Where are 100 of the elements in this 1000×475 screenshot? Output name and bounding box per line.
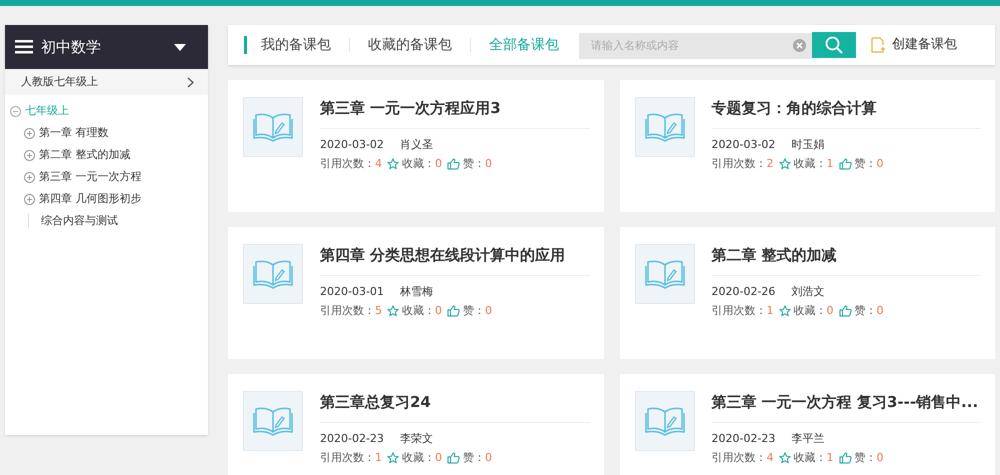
card-date: 2020-03-01 (320, 284, 384, 300)
stat-value: 0 (485, 450, 492, 466)
stat-label: 收藏： (402, 450, 435, 466)
card-author: 李荣文 (400, 430, 433, 446)
book-icon (634, 391, 694, 451)
book-icon (634, 97, 694, 157)
clear-icon[interactable] (793, 38, 806, 52)
stat-value: 0 (435, 450, 442, 466)
lesson-card[interactable]: 第二章 整式的加减 2020-02-26 刘浩文 引用次数：1 收藏：0 赞：0 (620, 227, 995, 359)
search-button[interactable] (812, 32, 856, 58)
card-author: 肖义圣 (400, 136, 433, 152)
lesson-card[interactable]: 第四章 分类思想在线段计算中的应用 2020-03-01 林雪梅 引用次数：5 收藏：0 赞：0 (228, 227, 604, 359)
stat-value: 2 (766, 156, 774, 172)
expand-icon[interactable] (24, 150, 35, 160)
collapse-icon[interactable] (10, 106, 21, 116)
thumbs-up-icon (838, 158, 852, 170)
document-add-icon (870, 37, 886, 53)
stat-value: 0 (876, 303, 884, 319)
stat-label: 收藏： (794, 156, 826, 172)
card-date: 2020-02-26 (712, 284, 776, 300)
tree-item[interactable]: 第四章 几何图形初步 (39, 190, 142, 208)
star-icon (387, 158, 399, 170)
card-title[interactable]: 第二章 整式的加减 (712, 244, 981, 276)
stat-label: 收藏： (402, 156, 435, 172)
card-title[interactable]: 第三章总复习24 (320, 391, 590, 422)
tab[interactable]: 收藏的备课包 (368, 34, 452, 56)
lesson-card[interactable]: 第三章总复习24 2020-02-23 李荣文 引用次数：1 收藏：0 赞：0 (228, 374, 604, 475)
stat-value: 1 (826, 156, 834, 172)
book-icon (634, 244, 694, 304)
chevron-right-icon (187, 76, 194, 88)
subject-title: 初中数学 (41, 36, 102, 58)
tree-item[interactable]: 第二章 整式的加减 (39, 146, 130, 164)
stat-value: 0 (435, 303, 442, 319)
stat-label: 赞： (854, 156, 876, 172)
card-title[interactable]: 第四章 分类思想在线段计算中的应用 (320, 244, 590, 276)
stat-label: 赞： (463, 303, 485, 319)
stat-value: 0 (485, 156, 492, 172)
textbook-label: 人教版七年级上 (21, 74, 99, 90)
lesson-card[interactable]: 专题复习：角的综合计算 2020-03-02 时玉娟 引用次数：2 收藏：1 赞：0 (620, 80, 995, 212)
stat-value: 0 (876, 450, 884, 466)
expand-icon[interactable] (24, 128, 35, 138)
tab[interactable]: 我的备课包 (261, 34, 331, 56)
card-author: 李平兰 (791, 430, 824, 446)
star-icon (387, 305, 399, 318)
stat-value: 0 (876, 156, 884, 172)
stat-label: 收藏： (794, 303, 826, 319)
book-icon (243, 97, 303, 157)
star-icon (387, 452, 399, 464)
thumbs-up-icon (447, 452, 460, 464)
stat-label: 引用次数： (320, 303, 375, 319)
stat-value: 4 (375, 156, 382, 172)
card-title[interactable]: 专题复习：角的综合计算 (712, 97, 981, 128)
stat-label: 引用次数： (712, 450, 766, 466)
tree-item[interactable]: 第三章 一元一次方程 (39, 168, 142, 186)
stat-value: 1 (375, 450, 382, 466)
accent-bar (244, 36, 247, 54)
lesson-card[interactable]: 第三章 一元一次方程 复习3---销售中... 2020-02-23 李平兰 引用次数：4 收藏：1 赞：0 (620, 374, 995, 475)
stat-value: 0 (826, 303, 834, 319)
card-title[interactable]: 第三章 一元一次方程应用3 (320, 97, 590, 128)
card-author: 时玉娟 (791, 136, 824, 152)
card-date: 2020-02-23 (320, 430, 384, 446)
stat-label: 收藏： (794, 450, 826, 466)
card-author: 林雪梅 (400, 284, 433, 300)
tree-item[interactable]: 第一章 有理数 (39, 124, 108, 142)
stat-label: 赞： (463, 450, 485, 466)
star-icon (778, 452, 790, 464)
stat-value: 4 (766, 450, 774, 466)
expand-icon[interactable] (24, 172, 35, 182)
stat-value: 1 (826, 450, 834, 466)
book-icon (243, 244, 303, 304)
thumbs-up-icon (447, 158, 460, 170)
stat-label: 引用次数： (320, 450, 375, 466)
stat-label: 引用次数： (712, 156, 766, 172)
card-title[interactable]: 第三章 一元一次方程 复习3---销售中... (712, 391, 981, 422)
stat-value: 1 (766, 303, 774, 319)
card-author: 刘浩文 (791, 284, 824, 300)
thumbs-up-icon (447, 305, 460, 318)
card-date: 2020-02-23 (712, 430, 776, 446)
expand-icon[interactable] (24, 194, 35, 204)
stat-label: 引用次数： (712, 303, 766, 319)
star-icon (778, 158, 790, 170)
stat-label: 赞： (463, 156, 485, 172)
book-icon (243, 391, 303, 451)
star-icon (778, 305, 790, 318)
stat-value: 0 (435, 156, 442, 172)
caret-icon (174, 44, 186, 50)
stat-label: 赞： (854, 450, 876, 466)
search-field[interactable]: 请输入名称或内容 (579, 32, 812, 58)
lesson-card[interactable]: 第三章 一元一次方程应用3 2020-03-02 肖义圣 引用次数：4 收藏：0 赞：0 (228, 80, 604, 212)
stat-value: 0 (485, 303, 492, 319)
create-button[interactable]: 创建备课包 (892, 35, 957, 55)
stat-value: 5 (375, 303, 382, 319)
textbook-selector[interactable]: 人教版七年级上 (5, 69, 208, 95)
search-icon (825, 36, 843, 54)
stat-label: 收藏： (402, 303, 435, 319)
thumbs-up-icon (838, 452, 852, 464)
tree-item[interactable]: 综合内容与测试 (41, 212, 118, 230)
stat-label: 赞： (854, 303, 876, 319)
card-date: 2020-03-02 (320, 136, 384, 152)
subject-dropdown[interactable]: 初中数学 (5, 25, 208, 69)
